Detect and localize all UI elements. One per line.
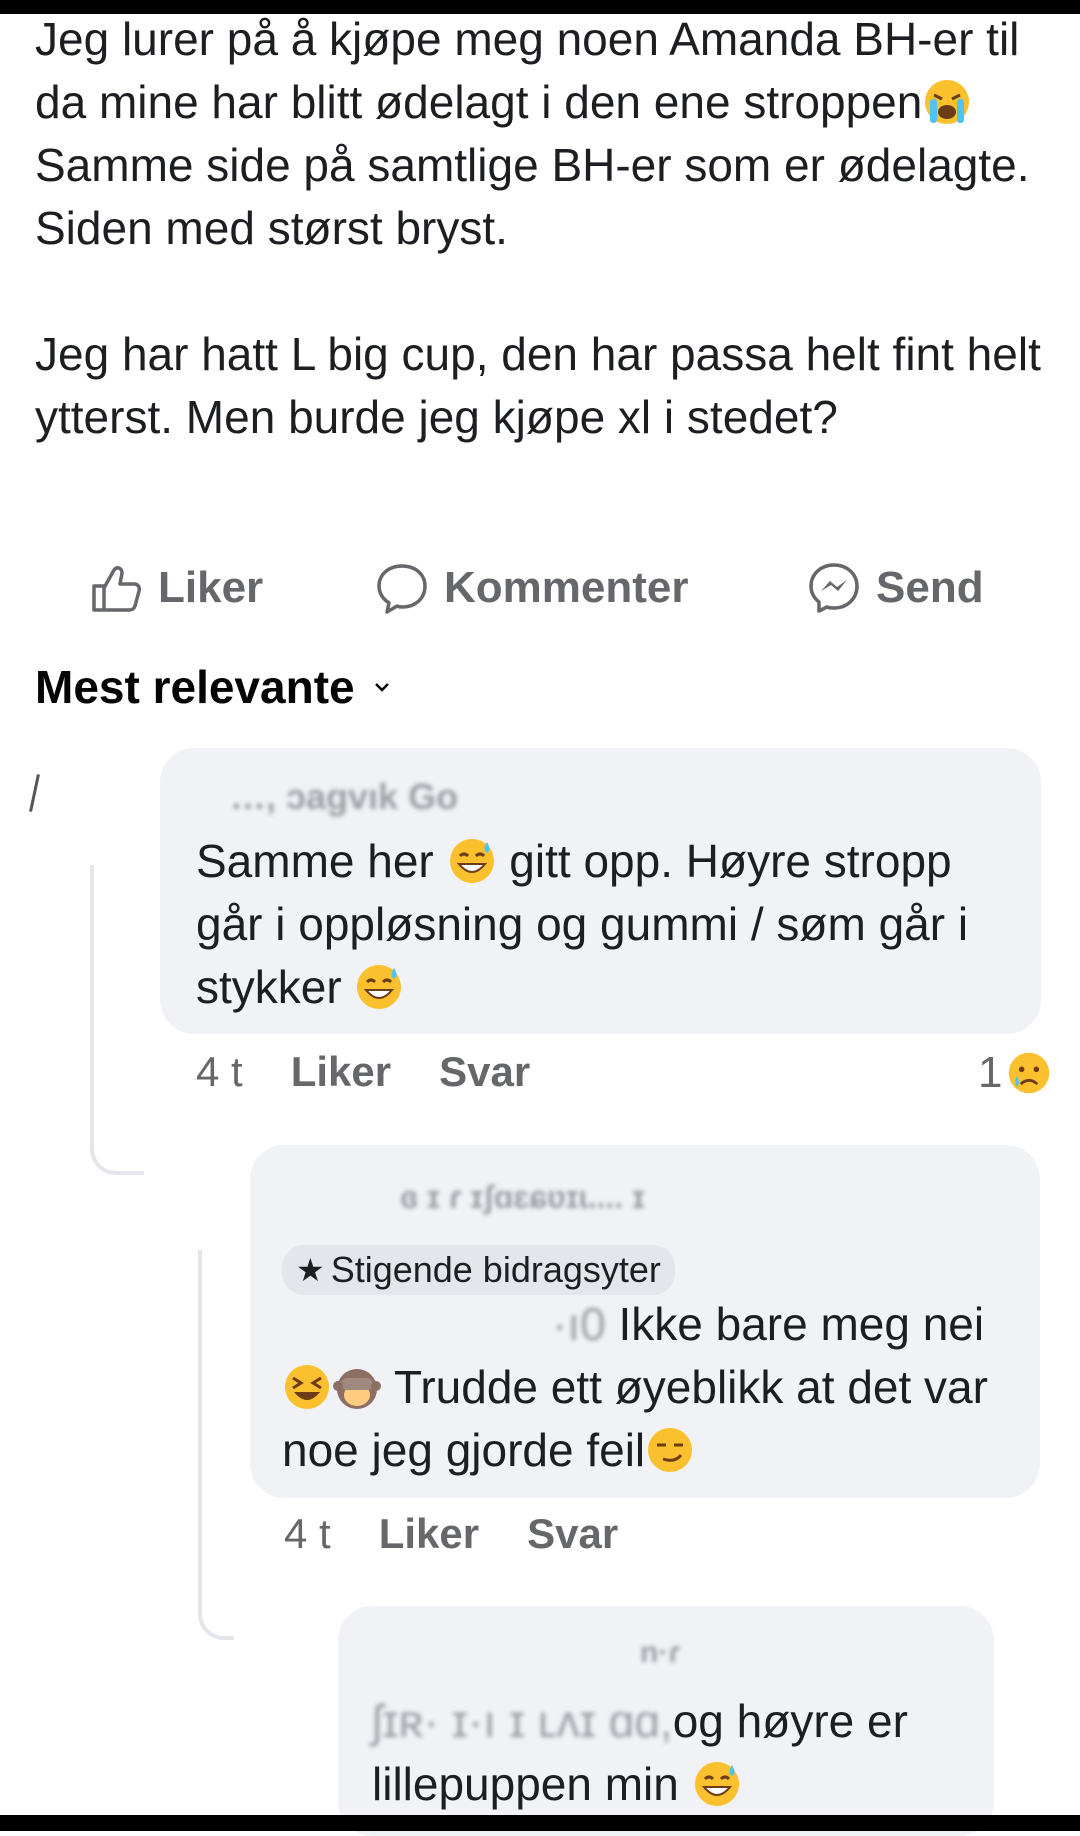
reply-author[interactable]: ɞ ɪ ɾ ɪʃɑɛɕʋɪɩ.... ɪ — [400, 1179, 645, 1216]
post-body: Jeg lurer på å kjøpe meg noen Amanda BH-… — [35, 8, 1055, 449]
reply-reply-button[interactable]: Svar — [527, 1510, 618, 1558]
bottom-edge — [0, 1815, 1080, 1831]
comment-text: Samme her gitt opp. Høyre stropp går i o… — [196, 835, 969, 1013]
smirking-face-icon — [648, 1428, 693, 1472]
thumbs-up-icon — [92, 566, 141, 612]
star-icon: ★ — [296, 1252, 325, 1288]
contributor-badge: ★ Stigende bidragsyter — [282, 1245, 675, 1295]
laughing-squinting-face-icon — [285, 1365, 329, 1409]
reply-bubble[interactable]: n·ɾ ʃɪʀ· ɪ·ı ɪ ʟʌɪ ɑɑ,og høyre er lillep… — [338, 1606, 994, 1836]
sort-label: Mest relevante — [35, 661, 355, 713]
comment-button[interactable]: Kommenter — [374, 560, 689, 616]
see-no-evil-monkey-icon — [333, 1369, 381, 1409]
comment-sort-dropdown[interactable]: Mest relevante — [35, 660, 391, 714]
like-button[interactable]: Liker — [88, 560, 263, 616]
thread-connector-2 — [198, 1600, 234, 1640]
reply-bubble[interactable]: ɞ ɪ ɾ ɪʃɑɛɕʋɪɩ.... ɪ ★ Stigende bidragsy… — [250, 1145, 1040, 1498]
send-button[interactable]: Send — [806, 560, 984, 616]
avatar-edge — [29, 774, 40, 812]
reply-meta: 4 t Liker Svar — [284, 1510, 666, 1558]
reply-text: ·ı0 Ikke bare meg nei Trudde ett øyeblik… — [282, 1298, 988, 1476]
chevron-down-icon — [374, 683, 389, 692]
post-paragraph-2: Jeg har hatt L big cup, den har passa he… — [35, 328, 1041, 443]
reply-text: ʃɪʀ· ɪ·ı ɪ ʟʌɪ ɑɑ,og høyre er lillepuppe… — [372, 1695, 908, 1810]
sad-face-icon — [1009, 1052, 1050, 1094]
post-paragraph-1: Jeg lurer på å kjøpe meg noen Amanda BH-… — [35, 13, 1030, 254]
messenger-icon — [809, 563, 859, 613]
grinning-sweat-face-icon — [449, 839, 494, 883]
post-action-bar: Liker Kommenter Send — [0, 560, 1080, 630]
speech-bubble-icon — [377, 564, 427, 614]
thread-connector-1 — [90, 1135, 144, 1175]
reaction-count: 1 — [978, 1048, 1003, 1097]
comment-reactions[interactable]: 1 — [978, 1048, 1052, 1098]
comment-like-button[interactable]: Liker — [291, 1048, 391, 1096]
grinning-sweat-face-icon — [357, 965, 402, 1009]
comment-reply-button[interactable]: Svar — [439, 1048, 530, 1096]
comment-meta: 4 t Liker Svar — [196, 1048, 578, 1096]
thread-line-1 — [90, 865, 94, 1135]
thread-line-2 — [198, 1250, 202, 1600]
reply-like-button[interactable]: Liker — [379, 1510, 479, 1558]
loudly-crying-face-icon — [925, 80, 970, 124]
comment-timestamp: 4 t — [196, 1048, 243, 1095]
reply-author[interactable]: n·ɾ — [640, 1636, 680, 1670]
comment-bubble[interactable]: …, ɔagvık Go Samme her gitt opp. Høyre s… — [160, 748, 1041, 1034]
grinning-sweat-face-icon — [694, 1762, 739, 1806]
reply-timestamp: 4 t — [284, 1510, 331, 1557]
comment-author[interactable]: …, ɔagvık Go — [230, 776, 458, 818]
